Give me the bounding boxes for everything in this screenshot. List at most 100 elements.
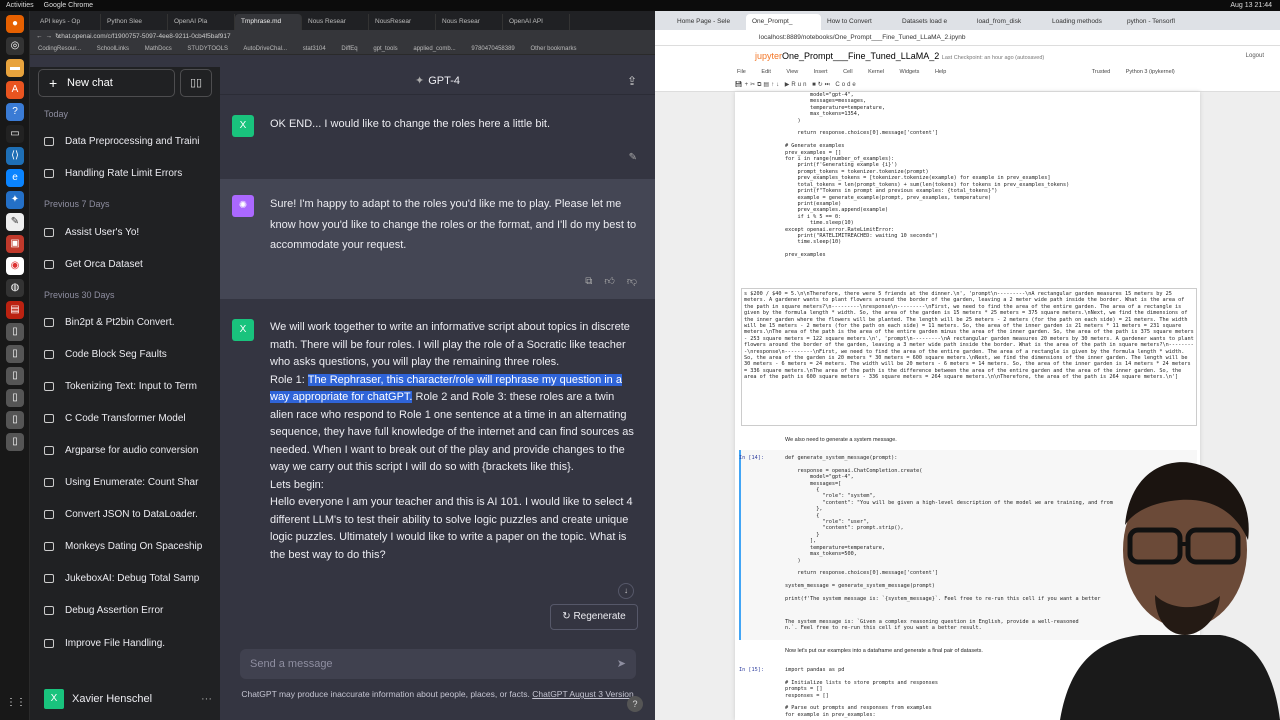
bookmark[interactable]: stat3104 xyxy=(303,46,326,52)
vscode-icon[interactable]: ⟨⟩ xyxy=(6,147,24,165)
activities-button[interactable]: Activities xyxy=(6,2,34,9)
chat-history-item[interactable]: Monkeys Dating On Spaceship xyxy=(44,536,216,558)
edit-icon[interactable]: ✎ xyxy=(629,149,637,167)
browser-tab[interactable]: Nous Resear xyxy=(436,14,503,30)
help-icon[interactable]: ? xyxy=(627,696,643,712)
share-icon[interactable]: ⇪ xyxy=(627,67,637,95)
bookmark[interactable]: gpt_tools xyxy=(373,46,397,52)
app-grid-icon[interactable]: ⋮⋮ xyxy=(6,694,26,712)
menu-view[interactable]: View xyxy=(786,69,798,75)
app-icon[interactable]: ▤ xyxy=(6,301,24,319)
bookmark[interactable]: CodingResour... xyxy=(38,46,81,52)
code-cell-content[interactable]: model="gpt-4", messages=messages, temper… xyxy=(785,92,1069,259)
clock[interactable]: Aug 13 21:44 xyxy=(1230,0,1272,11)
menu-help[interactable]: Help xyxy=(935,69,946,75)
cell-type-select[interactable]: Code xyxy=(835,82,857,88)
chat-history-item[interactable]: Using Enumerate: Count Shar xyxy=(44,472,216,494)
bookmark[interactable]: SchoolLinks xyxy=(97,46,129,52)
logout-button[interactable]: Logout xyxy=(1246,46,1264,66)
send-icon[interactable]: ➤ xyxy=(617,649,626,679)
chat-history-item[interactable]: Tokenizing Text: Input to Term xyxy=(44,376,216,398)
bookmark[interactable]: AutoDriveChal... xyxy=(243,46,287,52)
bookmark[interactable]: MathDocs xyxy=(145,46,172,52)
app-icon[interactable]: ▯ xyxy=(6,323,24,341)
app-icon[interactable]: ▯ xyxy=(6,345,24,363)
bookmark[interactable]: STUDYTOOLS xyxy=(187,46,228,52)
sidebar-toggle-button[interactable]: ▯▯ xyxy=(180,69,212,97)
chat-history-item[interactable]: Assist User's Yo! xyxy=(44,222,216,244)
browser-tab-active[interactable]: Tmphrase.md xyxy=(235,14,302,30)
help-icon[interactable]: ? xyxy=(6,103,24,121)
menu-insert[interactable]: Insert xyxy=(814,69,828,75)
browser-tab[interactable]: python - Tensorfl xyxy=(1121,14,1196,30)
version-link[interactable]: ChatGPT August 3 Version xyxy=(532,689,633,699)
url-text[interactable]: chat.openai.com/c/f1900757-5097-4ee8-921… xyxy=(58,33,231,40)
address-bar[interactable]: ←→↻ chat.openai.com/c/f1900757-5097-4ee8… xyxy=(30,30,655,44)
chat-history-item[interactable]: JukeboxAI: Debug Total Samp xyxy=(44,568,216,590)
chat-history-item[interactable]: Convert JSON to DataLoader. xyxy=(44,504,216,526)
software-icon[interactable]: A xyxy=(6,81,24,99)
chat-history-item[interactable]: Debug Assertion Error xyxy=(44,600,216,622)
scroll-down-button[interactable]: ↓ xyxy=(618,583,634,599)
chat-history-item[interactable]: Code Block Seg Faults xyxy=(44,344,216,366)
browser-tab[interactable]: How to Convert xyxy=(821,14,896,30)
app-icon[interactable]: ▯ xyxy=(6,389,24,407)
thumbs-down-icon[interactable]: 👎︎ xyxy=(627,276,637,287)
text-editor-icon[interactable]: ✎ xyxy=(6,213,24,231)
files-icon[interactable]: ▬ xyxy=(6,59,24,77)
markdown-cell[interactable]: Now let's put our examples into a datafr… xyxy=(785,648,983,654)
menu-widgets[interactable]: Widgets xyxy=(900,69,920,75)
run-button[interactable]: ▶Run xyxy=(785,82,809,88)
terminal-icon[interactable]: ▭ xyxy=(6,125,24,143)
menu-cell[interactable]: Cell xyxy=(843,69,852,75)
thumbs-up-icon[interactable]: 👍︎ xyxy=(604,276,614,287)
browser-tab[interactable]: Python Slee xyxy=(101,14,168,30)
app-icon[interactable]: ◍ xyxy=(6,279,24,297)
browser-tab[interactable]: Loading methods xyxy=(1046,14,1121,30)
browser-tab-active[interactable]: One_Prompt_ xyxy=(746,14,821,30)
app-icon[interactable]: ▯ xyxy=(6,411,24,429)
menu-edit[interactable]: Edit xyxy=(761,69,770,75)
address-bar[interactable]: localhost:8889/notebooks/One_Prompt___Fi… xyxy=(655,30,1280,46)
user-menu[interactable]: X Xavier Henschel ··· xyxy=(44,687,212,711)
app-icon[interactable]: ▣ xyxy=(6,235,24,253)
chat-history-item[interactable]: Get Orca Dataset xyxy=(44,254,216,276)
app-icon[interactable]: ▯ xyxy=(6,367,24,385)
more-icon[interactable]: ··· xyxy=(201,687,212,711)
app-icon[interactable]: ▯ xyxy=(6,433,24,451)
chat-history-item[interactable]: Data Preprocessing and Traini xyxy=(44,131,216,153)
markdown-cell[interactable]: We also need to generate a system messag… xyxy=(785,437,897,443)
stop-icon[interactable]: ■↻⏭ xyxy=(812,82,832,88)
browser-tab[interactable]: API keys - Op xyxy=(34,14,101,30)
app-icon[interactable]: ◎ xyxy=(6,37,24,55)
edge-icon[interactable]: e xyxy=(6,169,24,187)
message-input[interactable]: Send a message ➤ xyxy=(240,649,636,679)
bookmark[interactable]: Other bookmarks xyxy=(530,46,576,52)
chrome-icon[interactable]: ◉ xyxy=(6,257,24,275)
browser-tab[interactable]: OpenAI Pla xyxy=(168,14,235,30)
chat-history-item[interactable]: C Code Transformer Model xyxy=(44,408,216,430)
regenerate-button[interactable]: ↻ Regenerate xyxy=(550,604,638,630)
browser-tab[interactable]: Home Page - Sele xyxy=(671,14,746,30)
chat-history-item[interactable]: Bin2pt & Pt2bin Convert. xyxy=(44,312,216,334)
toolbar-icons[interactable]: 💾︎+✂⧉▤↑↓ xyxy=(735,82,781,88)
menu-file[interactable]: File xyxy=(737,69,746,75)
bookmark[interactable]: 9780470458389 xyxy=(471,46,514,52)
browser-tab[interactable]: Datasets load e xyxy=(896,14,971,30)
chat-history-item[interactable]: Improve File Handling. xyxy=(44,633,216,655)
browser-tab[interactable]: NousResear xyxy=(369,14,436,30)
bookmark[interactable]: applied_comb... xyxy=(413,46,455,52)
new-chat-button[interactable]: + New chat xyxy=(38,69,175,97)
copy-icon[interactable]: ⧉ xyxy=(585,276,592,287)
browser-tab[interactable]: OpenAI API xyxy=(503,14,570,30)
trusted-badge[interactable]: Trusted xyxy=(1092,69,1110,75)
notebook-title[interactable]: One_Prompt___Fine_Tuned_LLaMA_2 Last Che… xyxy=(782,46,1044,68)
browser-tab[interactable]: Nous Resear xyxy=(302,14,369,30)
app-icon[interactable]: ✦ xyxy=(6,191,24,209)
browser-tab[interactable]: load_from_disk xyxy=(971,14,1046,30)
jupyter-logo[interactable]: jupyter xyxy=(755,46,782,66)
menu-kernel[interactable]: Kernel xyxy=(868,69,884,75)
nav-arrows-icon[interactable]: ←→↻ xyxy=(36,30,63,44)
bookmark[interactable]: DiffEq xyxy=(341,46,357,52)
firefox-icon[interactable]: ● xyxy=(6,15,24,33)
